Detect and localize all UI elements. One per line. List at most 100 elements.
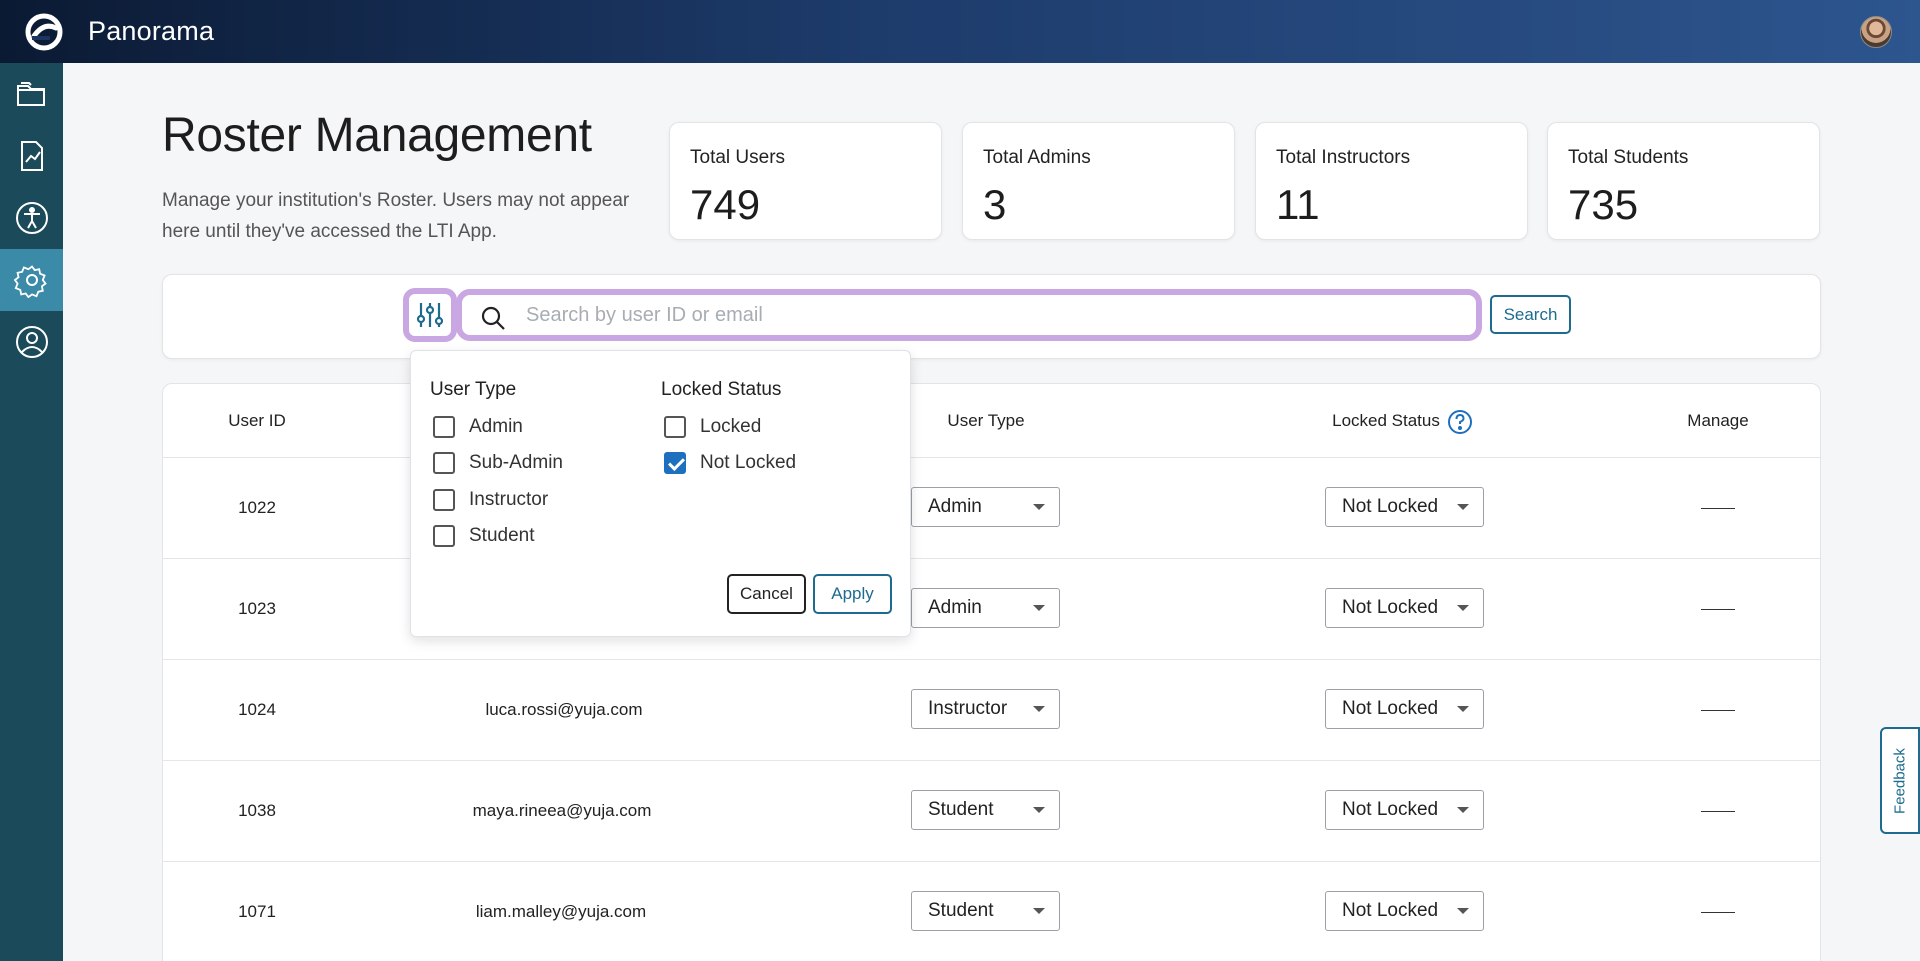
locked-status-dropdown[interactable]: Not Locked [1325, 588, 1484, 628]
sidebar-item-accessibility[interactable] [0, 187, 63, 249]
checkbox-label: Not Locked [700, 452, 797, 473]
stat-value: 11 [1276, 181, 1320, 228]
user-type-value: Admin [928, 496, 982, 517]
checkbox[interactable] [433, 489, 455, 511]
checkbox[interactable] [664, 416, 686, 438]
help-icon[interactable] [1447, 409, 1473, 435]
feedback-tab[interactable]: Feedback [1880, 727, 1920, 834]
table-row: 1024 luca.rossi@yuja.com Instructor Not … [163, 659, 1820, 760]
sidebar [0, 63, 63, 961]
caret-down-icon [1033, 807, 1045, 813]
stat-card-total-admins: Total Admins 3 [962, 122, 1235, 240]
stat-value: 735 [1568, 181, 1639, 228]
checkbox-checked[interactable] [664, 452, 686, 474]
manage-placeholder [1701, 811, 1735, 812]
sidebar-item-settings[interactable] [0, 249, 63, 311]
column-header-user-type[interactable]: User Type [947, 411, 1024, 431]
column-header-user-id[interactable]: User ID [228, 411, 286, 431]
filter-option-instructor[interactable]: Instructor [433, 488, 548, 512]
filter-option-sub-admin[interactable]: Sub-Admin [433, 451, 563, 475]
locked-status-dropdown[interactable]: Not Locked [1325, 487, 1484, 527]
caret-down-icon [1457, 908, 1469, 914]
caret-down-icon [1457, 504, 1469, 510]
page-title: Roster Management [162, 109, 592, 162]
filter-option-not-locked[interactable]: Not Locked [664, 451, 796, 475]
caret-down-icon [1033, 706, 1045, 712]
user-type-filter-heading: User Type [430, 379, 517, 400]
cancel-button[interactable]: Cancel [727, 574, 806, 614]
checkbox-label: Student [469, 525, 535, 546]
checkbox[interactable] [433, 452, 455, 474]
user-id-cell: 1023 [238, 599, 276, 618]
manage-placeholder [1701, 508, 1735, 509]
locked-status-value: Not Locked [1342, 900, 1439, 921]
avatar[interactable] [1860, 16, 1892, 48]
filter-option-student[interactable]: Student [433, 524, 535, 548]
column-header-locked-status[interactable]: Locked Status [1332, 411, 1440, 431]
locked-status-dropdown[interactable]: Not Locked [1325, 790, 1484, 830]
app-name: Panorama [88, 16, 215, 46]
email-cell: liam.malley@yuja.com [475, 902, 647, 921]
locked-status-value: Not Locked [1342, 799, 1439, 820]
locked-status-dropdown[interactable]: Not Locked [1325, 689, 1484, 729]
caret-down-icon [1033, 908, 1045, 914]
manage-placeholder [1701, 912, 1735, 913]
locked-status-value: Not Locked [1342, 698, 1439, 719]
user-type-value: Instructor [928, 698, 1008, 719]
panorama-logo-icon[interactable] [24, 12, 64, 52]
user-type-dropdown[interactable]: Student [911, 790, 1060, 830]
filter-option-locked[interactable]: Locked [664, 415, 761, 439]
email-cell: maya.rineea@yuja.com [472, 801, 652, 820]
checkbox-label: Sub-Admin [469, 452, 563, 473]
stat-label: Total Instructors [1276, 147, 1411, 168]
stat-card-total-users: Total Users 749 [669, 122, 942, 240]
page-description: Manage your institution's Roster. Users … [162, 190, 630, 242]
filter-button[interactable] [403, 288, 457, 342]
locked-status-filter-heading: Locked Status [661, 379, 782, 400]
stat-label: Total Students [1568, 147, 1689, 168]
user-type-dropdown[interactable]: Student [911, 891, 1060, 931]
locked-status-value: Not Locked [1342, 597, 1439, 618]
locked-status-dropdown[interactable]: Not Locked [1325, 891, 1484, 931]
stat-label: Total Users [690, 147, 786, 168]
stat-label: Total Admins [983, 147, 1091, 168]
caret-down-icon [1033, 504, 1045, 510]
locked-status-value: Not Locked [1342, 496, 1439, 517]
checkbox-label: Instructor [469, 489, 549, 510]
checkbox[interactable] [433, 416, 455, 438]
user-type-dropdown[interactable]: Admin [911, 588, 1060, 628]
stat-value: 749 [690, 181, 761, 228]
caret-down-icon [1457, 605, 1469, 611]
search-input[interactable] [526, 299, 1456, 331]
user-type-dropdown[interactable]: Instructor [911, 689, 1060, 729]
sidebar-item-profile[interactable] [0, 311, 63, 373]
apply-button[interactable]: Apply [813, 574, 892, 614]
top-bar: Panorama [0, 0, 1920, 63]
user-type-dropdown[interactable]: Admin [911, 487, 1060, 527]
report-icon [20, 141, 43, 171]
settings-icon [13, 265, 47, 298]
manage-placeholder [1701, 609, 1735, 610]
stat-card-total-instructors: Total Instructors 11 [1255, 122, 1528, 240]
checkbox-label: Admin [469, 416, 523, 437]
user-type-value: Admin [928, 597, 982, 618]
search-icon [481, 306, 505, 330]
email-cell: luca.rossi@yuja.com [485, 700, 643, 719]
sidebar-item-reports[interactable] [0, 125, 63, 187]
folder-icon [16, 82, 45, 106]
user-type-value: Student [928, 799, 994, 820]
manage-placeholder [1701, 710, 1735, 711]
caret-down-icon [1457, 807, 1469, 813]
stat-value: 3 [983, 181, 1007, 228]
search-button[interactable]: Search [1490, 295, 1571, 334]
column-header-manage: Manage [1687, 411, 1749, 430]
table-row: 1038 maya.rineea@yuja.com Student Not Lo… [163, 760, 1820, 861]
filter-popover: User Type Admin Sub-Admin Instructor Stu… [410, 350, 911, 637]
sidebar-item-folders[interactable] [0, 63, 63, 125]
caret-down-icon [1033, 605, 1045, 611]
checkbox[interactable] [433, 525, 455, 547]
caret-down-icon [1457, 706, 1469, 712]
filter-option-admin[interactable]: Admin [433, 415, 523, 439]
user-type-value: Student [928, 900, 994, 921]
user-id-cell: 1022 [238, 498, 276, 517]
